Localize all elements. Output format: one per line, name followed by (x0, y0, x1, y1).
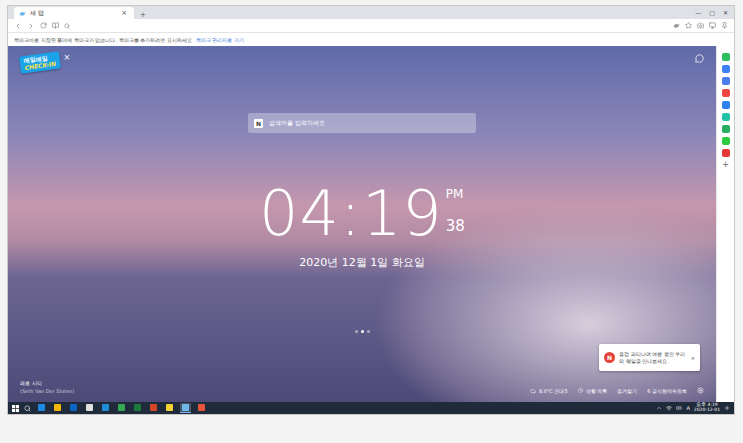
windows-logo-icon[interactable] (12, 405, 19, 412)
slide-dot[interactable] (367, 330, 370, 333)
search-icon (64, 23, 70, 29)
sidebar-add-button[interactable]: + (722, 161, 729, 169)
sidebar-item[interactable] (722, 53, 730, 61)
sidebar-item[interactable] (722, 113, 730, 121)
forward-icon[interactable] (27, 22, 35, 30)
bottom-bar-item[interactable]: 생활 목록 (578, 388, 608, 394)
settings-gear-icon[interactable] (697, 387, 704, 394)
sidebar-item[interactable] (722, 125, 730, 133)
taskbar-app[interactable] (148, 403, 159, 413)
browser-window: 새 탭× + — □ ✕ 북마크바로 지정된 폴더에 북마크가 없습니다. 북마크를 추가… (7, 5, 735, 415)
notification-center-icon[interactable] (724, 405, 730, 411)
sidebar-item[interactable] (722, 77, 730, 85)
reader-icon[interactable] (52, 22, 59, 29)
search-box[interactable]: N 검색어를 입력하세요 (248, 113, 476, 133)
taskbar-app[interactable] (164, 403, 175, 413)
new-tab-button[interactable]: + (138, 12, 148, 19)
tab-close-button[interactable]: × (119, 10, 129, 17)
tab[interactable]: 새 탭× (14, 7, 134, 19)
sidebar-item[interactable] (722, 89, 730, 97)
slide-dot[interactable] (355, 330, 358, 333)
weather-icon (530, 388, 536, 394)
extension-icon[interactable] (721, 22, 728, 29)
sidebar: + (716, 46, 734, 402)
new-tab-page: 매일매일CHECK-IN× N 검색어를 입력하세요 04:19PM38 2020년 1… (8, 46, 716, 402)
slide-dots (355, 330, 370, 333)
shield-icon (673, 22, 680, 29)
taskbar-search-icon[interactable] (24, 405, 31, 412)
bottom-bar-item[interactable]: 즐겨찾기 (617, 388, 637, 394)
chat-icon[interactable] (695, 54, 704, 63)
screenshot: 새 탭× + — □ ✕ 북마크바로 지정된 폴더에 북마크가 없습니다. 북마크를 추가… (0, 0, 743, 443)
taskbar-app[interactable] (84, 403, 95, 413)
taskbar: A 오후 4:192020-12-01 (8, 402, 734, 414)
sidebar-item[interactable] (722, 149, 730, 157)
clock-icon (578, 388, 583, 393)
taskbar-app[interactable] (100, 403, 111, 413)
taskbar-app[interactable] (196, 403, 207, 413)
address-bar[interactable] (64, 21, 668, 31)
volume-icon[interactable] (676, 405, 682, 411)
ime-indicator[interactable]: A (686, 405, 689, 411)
slide-dot[interactable] (361, 330, 364, 333)
bottom-bar: 8.0°C 건대5 생활 목록 즐겨찾기 6 공식협력위원회 (530, 387, 704, 394)
taskbar-app[interactable] (52, 403, 63, 413)
capture-icon[interactable] (697, 22, 704, 29)
back-icon[interactable] (14, 22, 22, 30)
taskbar-app[interactable] (116, 403, 127, 413)
naver-logo: N (254, 119, 263, 128)
notification[interactable]: N즐겁 파티나며 여행 중인 우리의 웨일을 만나보세요.× (599, 344, 700, 371)
bookmarks-message: 북마크바로 지정된 폴더에 북마크가 없습니다. 북마크를 추가하려면 표시하세… (14, 37, 192, 43)
badge-close-button[interactable]: × (64, 54, 71, 62)
sidebar-toggle-icon[interactable] (709, 22, 716, 29)
photo-credit: 페로 시티(Seth Van Der Sloten) (20, 380, 74, 394)
sidebar-item[interactable] (722, 137, 730, 145)
window-control-button[interactable]: ✕ (723, 9, 728, 16)
bottom-bar-item[interactable]: 6 공식협력위원회 (647, 388, 687, 394)
check-in-badge[interactable]: 매일매일CHECK-IN× (20, 54, 70, 71)
whale-icon (19, 10, 26, 17)
sidebar-item[interactable] (722, 65, 730, 73)
tab-bar: 새 탭× + — □ ✕ (8, 6, 734, 19)
date: 2020년 12월 1일 화요일 (299, 255, 424, 270)
reload-icon[interactable] (40, 22, 47, 29)
search-placeholder: 검색어를 입력하세요 (269, 119, 325, 128)
taskbar-app[interactable] (36, 403, 47, 413)
taskbar-app[interactable] (132, 403, 143, 413)
sidebar-item[interactable] (722, 101, 730, 109)
clock: 04:19PM38 (259, 183, 465, 245)
bottom-bar-item[interactable]: 8.0°C 건대5 (530, 388, 568, 394)
bookmark-manager-link[interactable]: 북마크 관리자로 가기 (196, 37, 244, 43)
taskbar-app[interactable] (180, 403, 191, 413)
bookmarks-bar: 북마크바로 지정된 폴더에 북마크가 없습니다. 북마크를 추가하려면 표시하세… (8, 33, 734, 46)
bookmark-star-icon[interactable] (685, 22, 692, 29)
window-control-button[interactable]: — (695, 9, 701, 16)
network-icon[interactable] (666, 405, 672, 411)
window-control-button[interactable]: □ (709, 9, 715, 16)
notification-close-button[interactable]: × (691, 355, 695, 361)
window-controls: — □ ✕ (695, 9, 734, 16)
system-tray: A 오후 4:192020-12-01 (656, 403, 730, 412)
taskbar-app[interactable] (68, 403, 79, 413)
tray-clock[interactable]: 오후 4:192020-12-01 (694, 403, 720, 412)
tray-expand-icon[interactable] (656, 405, 662, 411)
toolbar (8, 19, 734, 33)
